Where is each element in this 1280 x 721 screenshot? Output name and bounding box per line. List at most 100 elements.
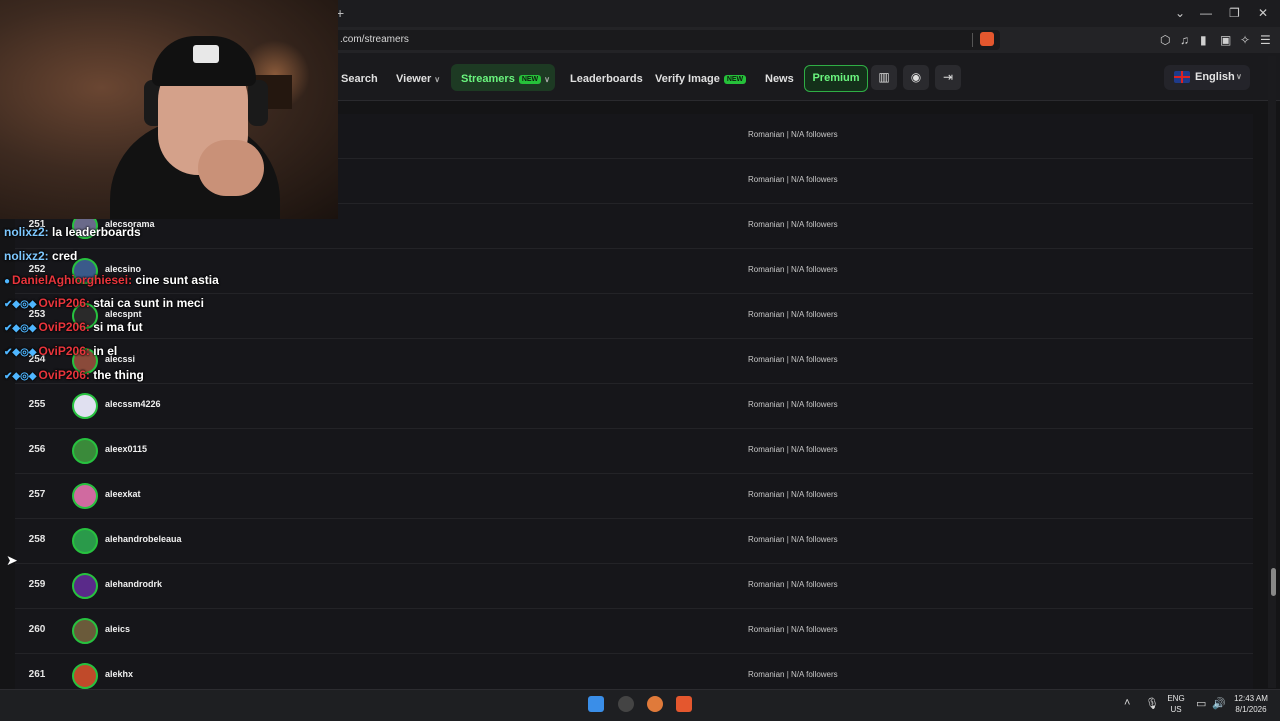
- streamer-info: Romanian | N/A followers: [748, 490, 838, 499]
- maximize-button[interactable]: ❐: [1229, 6, 1240, 20]
- streamer-rank: 258: [28, 534, 46, 545]
- streamer-name[interactable]: alehandrodrk: [105, 579, 162, 589]
- nav-verify-image[interactable]: Verify Image NEW: [655, 73, 747, 85]
- nav-viewer[interactable]: Viewer ∨: [396, 73, 440, 85]
- avatar[interactable]: [72, 618, 98, 644]
- chat-user: OviP206:: [38, 296, 90, 310]
- chat-user: DanielAghiorghiesei:: [12, 273, 133, 287]
- start-icon[interactable]: [588, 696, 604, 712]
- language-selector[interactable]: English ∨: [1164, 65, 1250, 90]
- nav-news[interactable]: News: [765, 73, 794, 85]
- menu-icon[interactable]: ☰: [1260, 33, 1271, 47]
- microphone-icon[interactable]: 🎙: [1145, 697, 1159, 710]
- media-icon[interactable]: ♫: [1180, 33, 1189, 47]
- mouse-cursor-icon: ➤: [6, 552, 18, 568]
- avatar[interactable]: [72, 528, 98, 554]
- streamer-info: Romanian | N/A followers: [748, 535, 838, 544]
- streamer-info: Romanian | N/A followers: [748, 400, 838, 409]
- login-icon[interactable]: ⇥: [935, 65, 961, 90]
- clock-date[interactable]: 8/1/2026: [1226, 705, 1276, 714]
- chat-user: OviP206:: [38, 368, 90, 382]
- leo-ai-icon[interactable]: ✧: [1240, 33, 1250, 47]
- streamer-info: Romanian | N/A followers: [748, 130, 838, 139]
- nav-search[interactable]: Search: [341, 73, 378, 85]
- streamer-name[interactable]: alecssm4226: [105, 399, 161, 409]
- close-button[interactable]: ✕: [1258, 6, 1268, 20]
- app-icon[interactable]: [647, 696, 663, 712]
- extensions-icon[interactable]: ⬡: [1160, 33, 1170, 47]
- streamer-name[interactable]: alekhx: [105, 669, 133, 679]
- list-item[interactable]: 259 alehandrodrk Romanian | N/A follower…: [15, 564, 1253, 609]
- streamer-info: Romanian | N/A followers: [748, 220, 838, 229]
- tray-overflow-icon[interactable]: ˄: [1124, 697, 1130, 709]
- webcam-overlay: [0, 0, 338, 219]
- list-item[interactable]: 255 alecssm4226 Romanian | N/A followers: [15, 384, 1253, 429]
- volume-icon[interactable]: 🔊: [1212, 697, 1226, 710]
- nav-leaderboards[interactable]: Leaderboards: [570, 73, 643, 85]
- avatar[interactable]: [72, 483, 98, 509]
- discord-icon[interactable]: ◉: [903, 65, 929, 90]
- list-item[interactable]: 257 aleexkat Romanian | N/A followers: [15, 474, 1253, 519]
- chat-text: cred: [52, 249, 78, 263]
- chat-message: ✔◆◎◆ OviP206: si ma fut: [4, 320, 143, 334]
- chat-text: si ma fut: [93, 320, 143, 334]
- new-badge: NEW: [723, 74, 747, 84]
- language-label: English: [1195, 71, 1235, 83]
- streamer-name[interactable]: alehandrobeleaua: [105, 534, 182, 544]
- chat-badge-icon: ✔◆◎◆: [4, 371, 37, 382]
- avatar[interactable]: [72, 663, 98, 689]
- list-item[interactable]: 252 alecsino Romanian | N/A followers: [15, 249, 1253, 294]
- chat-text: in el: [93, 344, 118, 358]
- chat-message: ✔◆◎◆ OviP206: the thing: [4, 368, 144, 382]
- sidebar-icon[interactable]: ▮: [1200, 33, 1207, 47]
- streamer-rank: 256: [28, 444, 46, 455]
- streamer-name[interactable]: aleex0115: [105, 444, 147, 454]
- network-icon[interactable]: ▭: [1196, 697, 1206, 710]
- chat-message: ✔◆◎◆ OviP206: in el: [4, 344, 117, 358]
- brave-shields-icon[interactable]: [980, 32, 994, 46]
- chat-user: OviP206:: [38, 320, 90, 334]
- nav-verify-image-label: Verify Image: [655, 73, 720, 85]
- streamer-info: Romanian | N/A followers: [748, 670, 838, 679]
- stats-icon[interactable]: ▥: [871, 65, 897, 90]
- streamer-info: Romanian | N/A followers: [748, 355, 838, 364]
- brave-browser-icon[interactable]: [676, 696, 692, 712]
- list-item[interactable]: 256 aleex0115 Romanian | N/A followers: [15, 429, 1253, 474]
- avatar[interactable]: [72, 573, 98, 599]
- chat-user: nolixz2:: [4, 249, 49, 263]
- streamer-name[interactable]: aleics: [105, 624, 130, 634]
- chat-badge-icon: ✔◆◎◆: [4, 347, 37, 358]
- list-item[interactable]: 258 alehandrobeleaua Romanian | N/A foll…: [15, 519, 1253, 564]
- chat-badge-icon: ✔◆◎◆: [4, 299, 37, 310]
- avatar[interactable]: [72, 438, 98, 464]
- wallet-icon[interactable]: ▣: [1220, 33, 1231, 47]
- premium-button[interactable]: Premium: [804, 65, 868, 92]
- chat-message: ● DanielAghiorghiesei: cine sunt astia: [4, 273, 219, 287]
- nav-streamers-label-group[interactable]: Streamers NEW ∨: [461, 73, 550, 85]
- streamer-name[interactable]: alecspnt: [105, 309, 142, 319]
- chat-user: nolixz2:: [4, 225, 49, 239]
- avatar[interactable]: [72, 393, 98, 419]
- streamer-hand: [198, 140, 264, 196]
- streamer-info: Romanian | N/A followers: [748, 580, 838, 589]
- chat-message: nolixz2: la leaderboards: [4, 225, 141, 239]
- streamer-name[interactable]: aleexkat: [105, 489, 141, 499]
- app-icon[interactable]: [618, 696, 634, 712]
- tab-search-icon[interactable]: ⌄: [1175, 6, 1185, 20]
- list-item[interactable]: 254 alecssi Romanian | N/A followers: [15, 339, 1253, 384]
- streamer-info: Romanian | N/A followers: [748, 625, 838, 634]
- input-lang-bottom[interactable]: US: [1164, 705, 1188, 714]
- input-lang-top[interactable]: ENG: [1164, 694, 1188, 703]
- minimize-button[interactable]: —: [1200, 6, 1212, 20]
- chevron-down-icon: ∨: [544, 75, 551, 84]
- list-item[interactable]: 260 aleics Romanian | N/A followers: [15, 609, 1253, 654]
- streamer-rank: 259: [28, 579, 46, 590]
- nav-viewer-label: Viewer: [396, 73, 432, 85]
- clock-time[interactable]: 12:43 AM: [1226, 694, 1276, 703]
- headphone-right: [248, 80, 268, 126]
- address-bar[interactable]: .com/streamers: [330, 30, 1000, 50]
- chat-text: la leaderboards: [52, 225, 141, 239]
- scrollbar-thumb[interactable]: [1271, 568, 1276, 596]
- chat-text: stai ca sunt in meci: [93, 296, 204, 310]
- streamer-rank: 253: [28, 309, 46, 320]
